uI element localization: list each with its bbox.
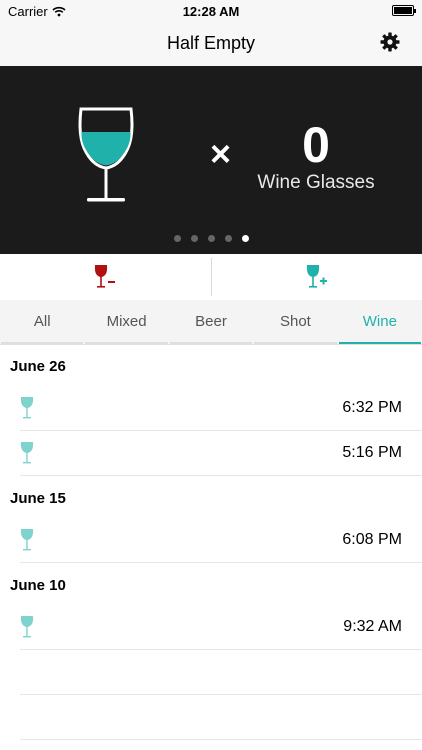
multiply-sign: × [210,133,232,174]
log-entry[interactable]: 6:32 PM [20,386,422,431]
drink-actions [0,254,422,301]
log-entry[interactable]: 5:16 PM [20,431,422,476]
status-bar: Carrier 12:28 AM [0,0,422,22]
drink-log: June 26 6:32 PM 5:16 PM June 15 6:08 PM … [0,344,422,740]
add-wine-icon [306,265,327,288]
page-dot[interactable] [207,235,215,242]
log-entry[interactable]: 9:32 AM [20,605,422,650]
wine-glass-icon [20,529,34,551]
wine-glass-icon [20,397,34,419]
entry-time: 5:16 PM [342,444,402,461]
tab-mixed[interactable]: Mixed [84,300,169,344]
drink-count: 0 [302,117,330,173]
page-dot[interactable] [173,235,181,242]
date-header: June 15 [10,490,66,507]
log-entry[interactable]: 6:08 PM [20,518,422,563]
navigation-bar: Half Empty [0,22,422,67]
add-drink-button[interactable] [212,254,422,300]
wine-glass-icon [20,442,34,464]
remove-wine-icon [95,265,116,288]
gear-icon[interactable] [380,32,400,52]
tab-wine[interactable]: Wine [338,300,422,344]
battery-icon [392,5,416,16]
drink-type-tabs: All Mixed Beer Shot Wine [0,300,422,345]
entry-time: 9:32 AM [343,618,402,635]
tab-shot[interactable]: Shot [253,300,338,344]
date-header: June 10 [10,577,66,594]
tab-beer[interactable]: Beer [169,300,253,344]
status-time: 12:28 AM [182,4,240,19]
wine-glass-icon [20,616,34,638]
entry-time: 6:08 PM [342,531,402,548]
page-dot-active[interactable] [241,235,249,242]
date-header: June 26 [10,358,66,375]
page-title: Half Empty [166,33,256,53]
drink-count-carousel[interactable]: × 0 Wine Glasses [0,66,422,254]
drink-unit-label: Wine Glasses [257,172,375,193]
page-indicator[interactable] [0,235,422,242]
wine-glass-icon [78,107,134,202]
tab-all[interactable]: All [0,300,84,344]
empty-row [20,695,422,740]
empty-row [20,650,422,695]
page-dot[interactable] [190,235,198,242]
remove-drink-button[interactable] [0,254,211,300]
page-dot[interactable] [224,235,232,242]
entry-time: 6:32 PM [342,399,402,416]
